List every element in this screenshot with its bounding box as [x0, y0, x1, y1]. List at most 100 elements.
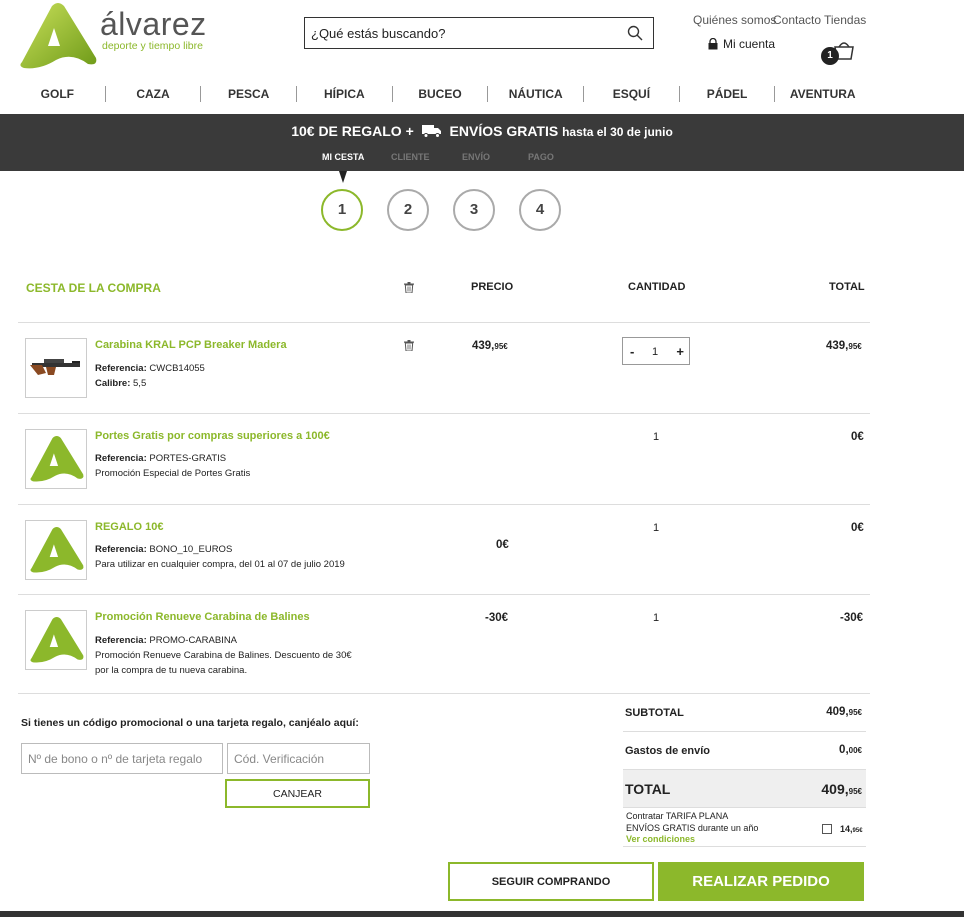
reference-label: Referencia:	[95, 635, 147, 646]
product-description: Promoción Especial de Portes Gratis	[95, 468, 251, 479]
reference-label: Referencia:	[95, 363, 147, 374]
product-thumbnail[interactable]	[25, 338, 87, 398]
total-int: 439,	[826, 340, 849, 352]
subtotal-int: 409,	[826, 706, 849, 718]
continue-shopping-button[interactable]: SEGUIR COMPRANDO	[448, 862, 654, 901]
coupon-verification-input[interactable]	[227, 743, 370, 774]
product-thumbnail	[25, 429, 87, 489]
link-contacto[interactable]: Contacto	[773, 13, 821, 27]
nav-item-pesca[interactable]: PESCA	[201, 86, 298, 102]
product-description-line2: por la compra de tu nueva carabina.	[95, 665, 248, 676]
shipping-value: 0,00€	[839, 744, 862, 756]
rifle-image-icon	[30, 359, 80, 375]
product-name: REGALO 10€	[95, 521, 164, 533]
search-icon[interactable]	[627, 25, 643, 41]
step-label-pago: PAGO	[528, 152, 554, 162]
step-label-cliente: CLIENTE	[391, 152, 430, 162]
subtotal-value: 409,95€	[826, 706, 862, 718]
row-divider	[18, 322, 870, 323]
total-decimals: 95€	[848, 342, 862, 351]
nav-item-golf[interactable]: GOLF	[10, 86, 106, 102]
flat-rate-line2: ENVÍOS GRATIS durante un año	[626, 823, 759, 833]
flat-rate-price: 14,95€	[840, 824, 863, 834]
product-thumbnail	[25, 520, 87, 580]
product-reference: Referencia: PROMO-CARABINA	[95, 635, 237, 646]
nav-item-buceo[interactable]: BUCEO	[393, 86, 489, 102]
footer-bar	[0, 911, 964, 917]
flat-rate-text: Contratar TARIFA PLANA ENVÍOS GRATIS dur…	[626, 810, 758, 834]
summary-total: TOTAL 409,95€	[623, 770, 866, 808]
flat-rate-conditions-link[interactable]: Ver condiciones	[626, 834, 695, 844]
promo-gift: 10€ DE REGALO +	[291, 123, 414, 139]
unit-price: 0€	[496, 539, 509, 551]
nav-item-padel[interactable]: PÁDEL	[680, 86, 776, 102]
step-2: 2	[387, 189, 429, 231]
place-order-button[interactable]: REALIZAR PEDIDO	[658, 862, 864, 901]
quantity-value: 1	[653, 522, 660, 534]
quantity-stepper: - 1 +	[622, 337, 690, 365]
shipping-label: Gastos de envío	[625, 745, 710, 757]
brand-name: álvarez	[100, 6, 207, 42]
product-reference: Referencia: BONO_10_EUROS	[95, 544, 232, 555]
link-quienes-somos[interactable]: Quiénes somos	[693, 13, 776, 27]
row-divider	[18, 413, 870, 414]
flat-rate-checkbox[interactable]	[822, 824, 832, 834]
reference-value: PORTES-GRATIS	[149, 453, 227, 464]
nav-item-caza[interactable]: CAZA	[106, 86, 202, 102]
reference-value: BONO_10_EUROS	[149, 544, 233, 555]
brand-logo-icon	[30, 616, 84, 663]
brand-logo-icon	[30, 435, 84, 482]
total-decimals: 95€	[848, 787, 862, 796]
cart-count-badge: 1	[821, 47, 839, 65]
remove-item-trash-icon[interactable]	[404, 340, 414, 351]
subtotal-label: SUBTOTAL	[625, 707, 684, 719]
reference-value: CWCB14055	[149, 363, 205, 374]
subtotal-decimals: 95€	[848, 708, 862, 717]
nav-item-esqui[interactable]: ESQUÍ	[584, 86, 680, 102]
account-link[interactable]: Mi cuenta	[708, 37, 775, 51]
price-int: 439,	[472, 340, 495, 352]
promo-text: 10€ DE REGALO + ENVÍOS GRATIS hasta el 3…	[0, 123, 964, 139]
truck-icon	[421, 125, 441, 138]
flat-price-decimals: 95€	[852, 828, 863, 834]
shipping-decimals: 00€	[848, 746, 862, 755]
product-description: Para utilizar en cualquier compra, del 0…	[95, 559, 345, 570]
product-reference: Referencia: CWCB14055	[95, 363, 205, 374]
search-input[interactable]	[305, 18, 605, 48]
quantity-value: 1	[653, 612, 660, 624]
col-header-total: TOTAL	[829, 281, 865, 293]
step-label-envio: ENVÍO	[462, 152, 491, 162]
quantity-increase-button[interactable]: +	[676, 344, 684, 359]
quantity-value: 1	[653, 431, 660, 443]
promo-deadline: hasta el 30 de junio	[562, 125, 673, 139]
search-box	[304, 17, 654, 49]
brand-logo-icon[interactable]	[14, 2, 100, 70]
summary-divider	[623, 846, 866, 847]
promo-shipping: ENVÍOS GRATIS	[449, 123, 559, 139]
caliber-value: 5,5	[133, 378, 147, 389]
unit-price: -30€	[485, 612, 509, 624]
total-int: 409,	[821, 781, 849, 797]
line-total: -30€	[840, 612, 864, 624]
quantity-decrease-button[interactable]: -	[630, 344, 634, 359]
nav-item-hipica[interactable]: HÍPICA	[297, 86, 393, 102]
unit-price: 439,95€	[472, 340, 508, 352]
step-3: 3	[453, 189, 495, 231]
brand-logo-icon	[30, 526, 84, 573]
product-name[interactable]: Carabina KRAL PCP Breaker Madera	[95, 339, 287, 351]
shipping-int: 0,	[839, 744, 849, 756]
promo-banner: 10€ DE REGALO + ENVÍOS GRATIS hasta el 3…	[0, 114, 964, 171]
col-header-quantity: CANTIDAD	[628, 281, 686, 293]
nav-item-aventura[interactable]: AVENTURA	[775, 86, 870, 102]
link-tiendas[interactable]: Tiendas	[824, 13, 866, 27]
line-total: 0€	[851, 522, 864, 534]
empty-cart-trash-icon[interactable]	[404, 282, 414, 293]
coupon-code-input[interactable]	[21, 743, 223, 774]
nav-item-nautica[interactable]: NÁUTICA	[488, 86, 585, 102]
step-label-cesta: MI CESTA	[322, 152, 365, 162]
redeem-button[interactable]: CANJEAR	[225, 779, 370, 808]
col-header-price: PRECIO	[471, 281, 514, 293]
quantity-value[interactable]: 1	[652, 346, 658, 358]
caliber-label: Calibre:	[95, 378, 131, 389]
reference-label: Referencia:	[95, 453, 147, 464]
